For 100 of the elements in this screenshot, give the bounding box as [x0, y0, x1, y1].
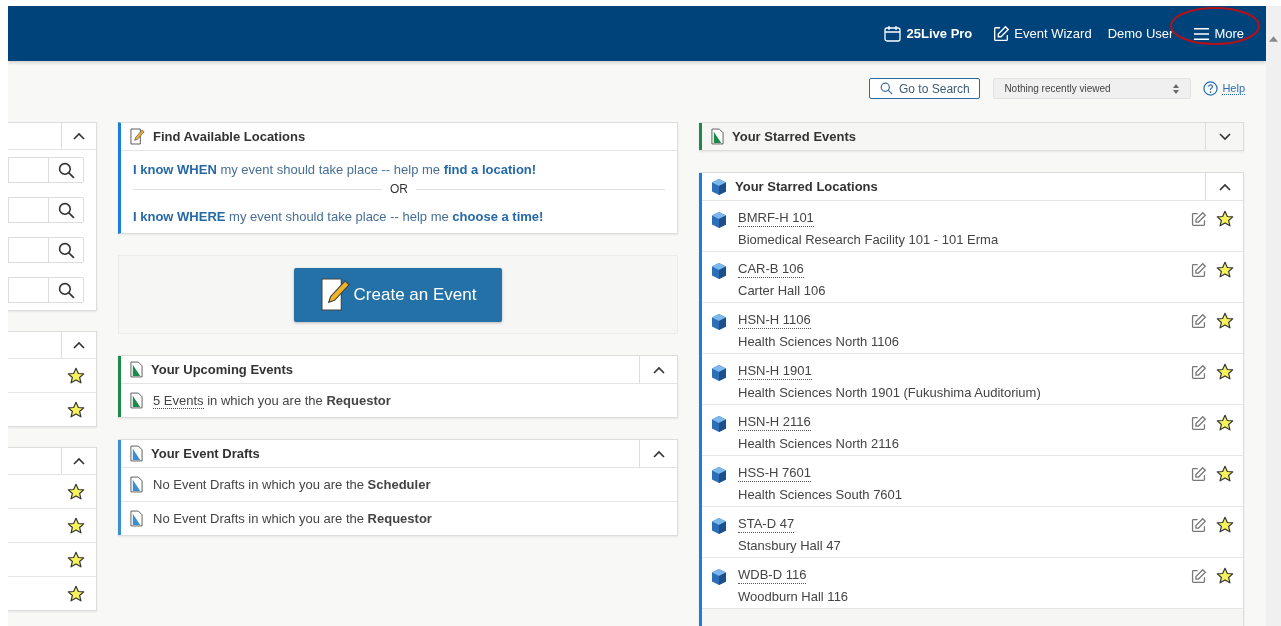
star-icon[interactable]: [1216, 363, 1234, 381]
chevron-up-icon: [73, 457, 85, 465]
edit-icon[interactable]: [1190, 313, 1207, 330]
cube-icon: [711, 313, 727, 331]
search-field[interactable]: [8, 237, 48, 263]
star-icon[interactable]: [1216, 261, 1234, 279]
search-button[interactable]: [48, 197, 84, 223]
chevron-up-icon: [73, 132, 85, 140]
search-icon: [57, 161, 75, 179]
go-to-search-button[interactable]: Go to Search: [869, 78, 981, 99]
edit-icon[interactable]: [1190, 466, 1207, 483]
events-link[interactable]: 5 Events: [153, 393, 204, 409]
location-name: Health Sciences South 7601: [738, 487, 903, 503]
panel-title: Your Starred Events: [732, 129, 858, 144]
scroll-up-icon[interactable]: [1269, 36, 1278, 42]
location-name: Health Sciences North 2116: [738, 436, 899, 452]
star-icon[interactable]: [1216, 465, 1234, 483]
event-summary-text: 5 Events in which you are the Requestor: [153, 393, 391, 408]
location-link[interactable]: HSS-H 7601: [738, 465, 811, 482]
user-menu[interactable]: Demo User: [1107, 26, 1174, 41]
cube-icon: [711, 568, 727, 586]
or-divider-text: OR: [390, 182, 408, 196]
event-icon: [130, 510, 143, 527]
search-icon: [57, 281, 75, 299]
event-icon: [130, 476, 143, 493]
edit-icon[interactable]: [1190, 211, 1207, 228]
edit-icon[interactable]: [1190, 262, 1207, 279]
cube-icon: [711, 415, 727, 433]
panel-title: Your Upcoming Events: [151, 362, 295, 377]
search-field[interactable]: [8, 157, 48, 183]
pencil-note-icon: [130, 128, 145, 145]
star-icon[interactable]: [67, 482, 85, 501]
location-name: Biomedical Research Facility 101 - 101 Erma: [738, 232, 999, 248]
panel-title: Find Available Locations: [153, 129, 307, 144]
cube-icon: [711, 517, 727, 535]
search-icon: [880, 82, 893, 95]
search-button[interactable]: [48, 157, 84, 183]
location-link[interactable]: BMRF-H 101: [738, 210, 814, 227]
app-name-link[interactable]: 25Live Pro: [906, 26, 973, 41]
recently-viewed-select[interactable]: Nothing recently viewed: [993, 78, 1192, 99]
edit-icon[interactable]: [1190, 415, 1207, 432]
edit-icon[interactable]: [1190, 568, 1207, 585]
search-button[interactable]: [48, 237, 84, 263]
location-link[interactable]: HSN-H 1901: [738, 363, 812, 380]
star-icon[interactable]: [1216, 516, 1234, 534]
star-icon[interactable]: [67, 584, 85, 603]
cube-icon: [711, 364, 727, 382]
search-field[interactable]: [8, 197, 48, 223]
cube-icon: [711, 466, 727, 484]
chevron-up-icon: [73, 341, 85, 349]
star-icon[interactable]: [1216, 414, 1234, 432]
panel-title: Your Event Drafts: [151, 446, 261, 461]
event-wizard-link[interactable]: Event Wizard: [1014, 26, 1092, 41]
star-icon[interactable]: [1216, 312, 1234, 330]
location-name: Stansbury Hall 47: [738, 538, 841, 554]
location-link[interactable]: CAR-B 106: [738, 261, 804, 278]
location-link[interactable]: HSN-H 2116: [738, 414, 811, 431]
event-icon: [130, 361, 143, 378]
location-link[interactable]: WDB-D 116: [738, 567, 807, 584]
help-icon[interactable]: [1203, 81, 1219, 96]
choose-time-link[interactable]: I know WHERE my event should take place -- help me choose a time!: [133, 209, 665, 224]
cube-icon: [711, 262, 727, 280]
sort-icon: [1172, 82, 1181, 95]
location-name: Health Sciences North 1901 (Fukushima Auditorium): [738, 385, 1041, 401]
scrollbar[interactable]: [1266, 6, 1281, 626]
event-icon: [711, 128, 724, 145]
location-name: Health Sciences North 1106: [738, 334, 899, 350]
chevron-down-icon: [1218, 132, 1231, 141]
search-icon: [57, 201, 75, 219]
star-icon[interactable]: [1216, 567, 1234, 585]
find-location-link[interactable]: I know WHEN my event should take place -- help me find a location!: [133, 162, 665, 177]
star-icon[interactable]: [1216, 210, 1234, 228]
calendar-icon[interactable]: [882, 23, 903, 44]
event-icon: [130, 445, 143, 462]
more-menu[interactable]: More: [1214, 26, 1244, 41]
chevron-up-icon: [652, 365, 665, 374]
location-name: Woodburn Hall 116: [738, 589, 849, 605]
event-summary-text: No Event Drafts in which you are the Scheduler: [153, 477, 431, 492]
search-icon: [57, 241, 75, 259]
search-button[interactable]: [48, 277, 84, 303]
star-icon[interactable]: [67, 550, 85, 569]
menu-icon[interactable]: [1193, 26, 1211, 41]
create-event-button[interactable]: Create an Event: [294, 267, 502, 322]
star-icon[interactable]: [67, 366, 85, 385]
cube-icon: [711, 211, 727, 229]
edit-icon[interactable]: [1190, 517, 1207, 534]
cube-icon: [711, 177, 727, 196]
location-link[interactable]: HSN-H 1106: [738, 312, 811, 329]
event-icon: [130, 392, 143, 409]
edit-icon[interactable]: [1190, 364, 1207, 381]
event-summary-text: No Event Drafts in which you are the Requestor: [153, 511, 432, 526]
search-field[interactable]: [8, 277, 48, 303]
help-link[interactable]: Help: [1222, 82, 1245, 95]
star-icon[interactable]: [67, 516, 85, 535]
chevron-up-icon: [1218, 182, 1231, 191]
pencil-note-icon: [319, 277, 351, 312]
edit-icon[interactable]: [992, 24, 1011, 43]
location-link[interactable]: STA-D 47: [738, 516, 795, 533]
chevron-up-icon: [652, 449, 665, 458]
star-icon[interactable]: [67, 400, 85, 419]
